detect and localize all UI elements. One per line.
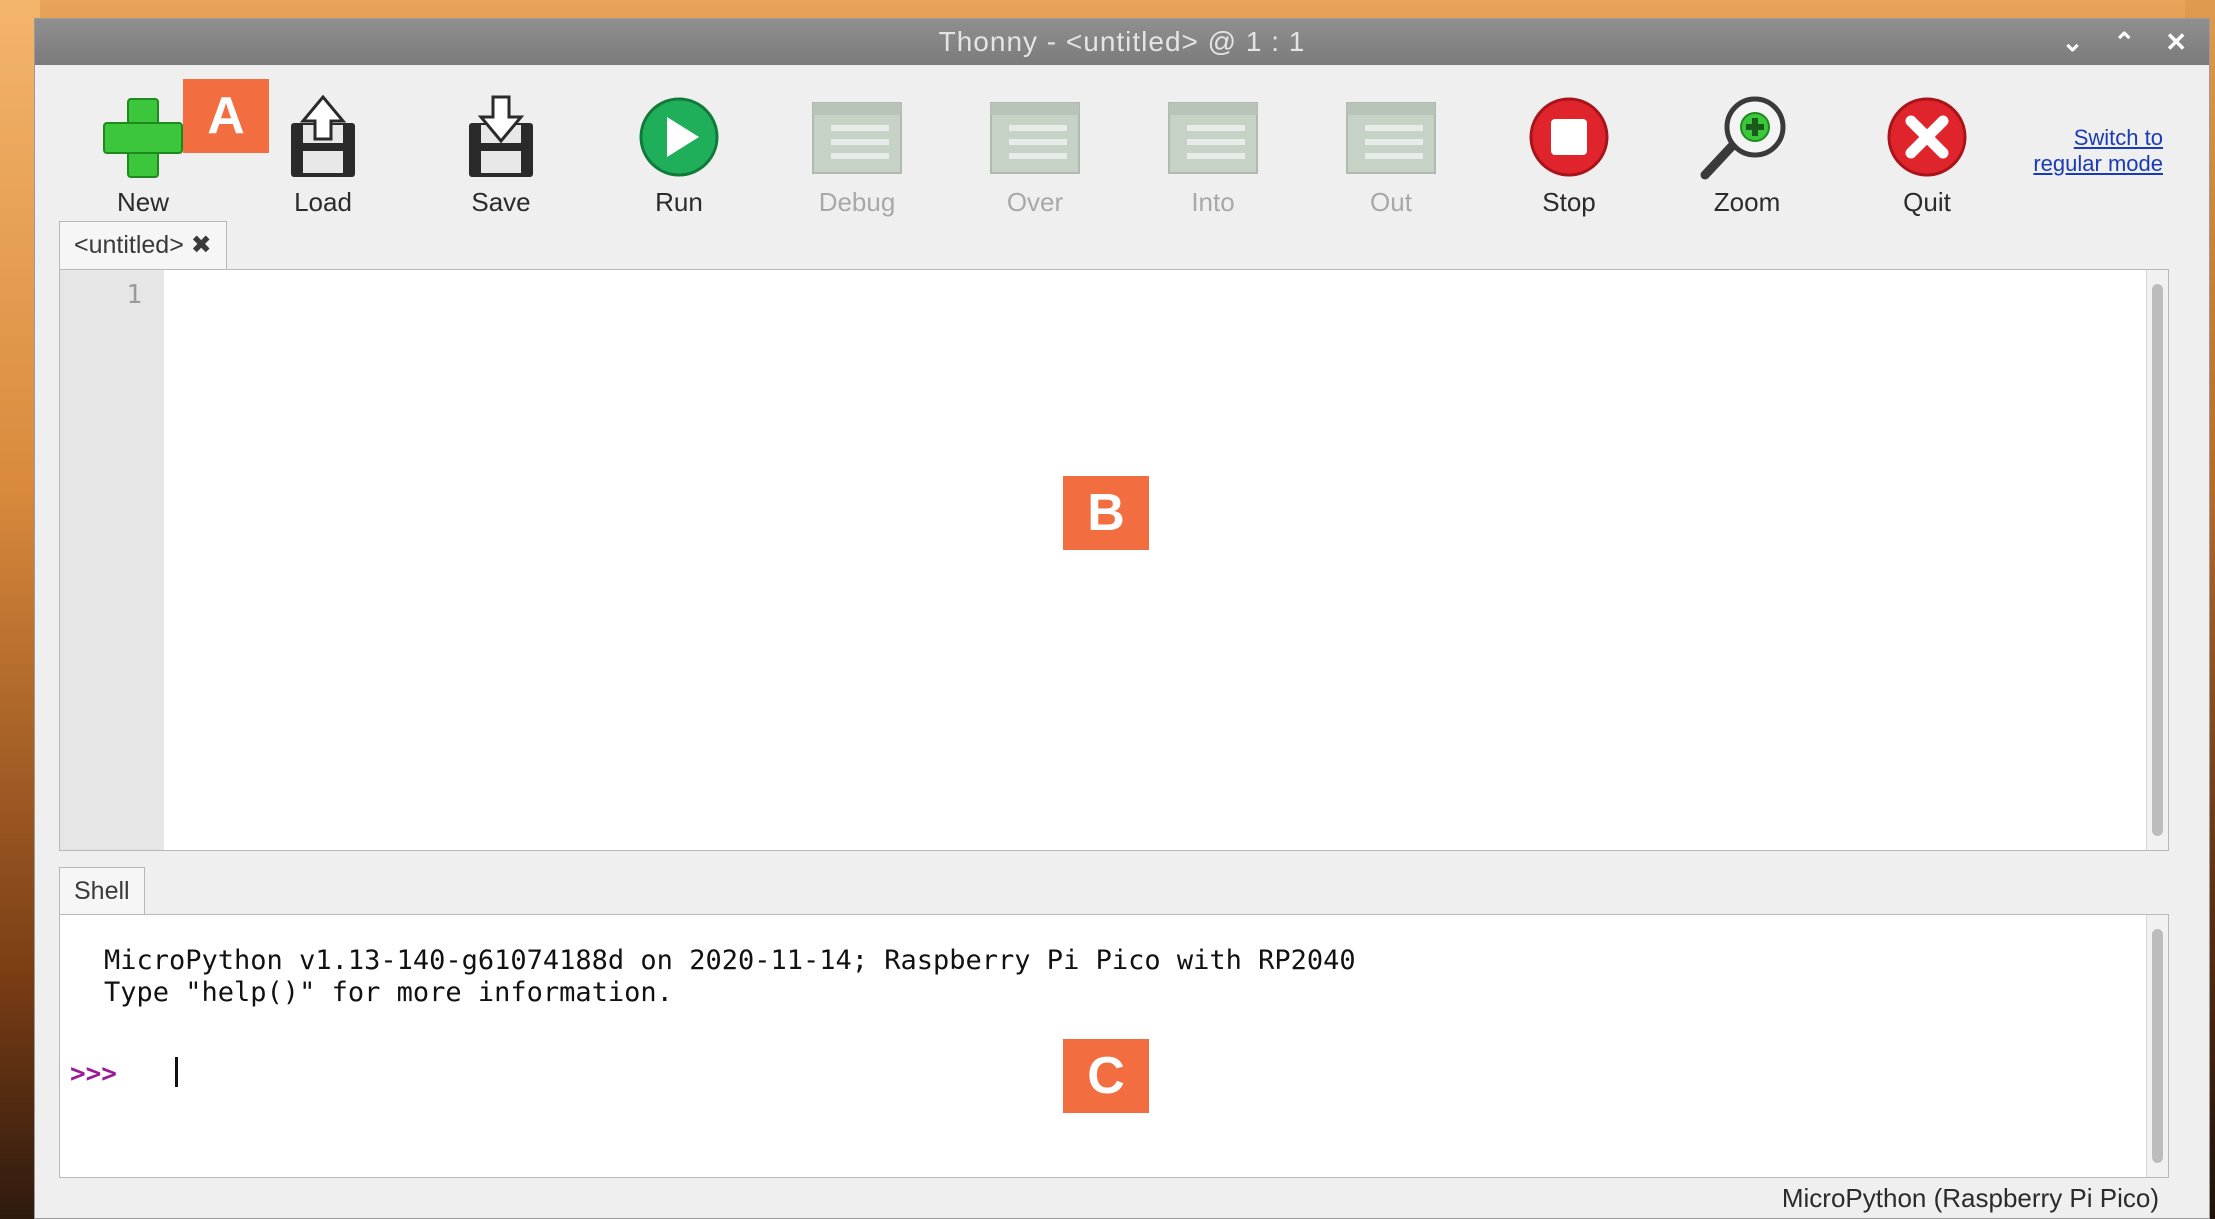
thonny-window: Thonny - <untitled> @ 1 : 1 ⌄ ⌃ ✕ New Lo… [34,18,2210,1219]
title-bar[interactable]: Thonny - <untitled> @ 1 : 1 ⌄ ⌃ ✕ [35,19,2209,65]
step-over-icon [990,102,1080,174]
marker-c: C [1063,1039,1149,1113]
toolbar: New Load Save Run Debug Over Into Out St… [35,65,2209,225]
tab-untitled[interactable]: <untitled> ✖ [59,221,227,269]
step-into-icon [1168,102,1258,174]
line-number-gutter: 1 [60,270,164,850]
shell-output-line-1: MicroPython v1.13-140-g61074188d on 2020… [104,945,1356,976]
shell-scrollbar[interactable] [2146,915,2168,1177]
interpreter-status[interactable]: MicroPython (Raspberry Pi Pico) [1782,1183,2159,1214]
switch-mode-link[interactable]: Switch to regular mode [2033,125,2163,177]
save-button-label: Save [471,187,531,217]
new-button-label: New [116,187,169,217]
stop-button-label: Stop [1542,187,1596,217]
zoom-button[interactable]: Zoom [1677,95,1817,225]
debug-icon [812,102,902,174]
load-icon [291,95,355,177]
zoom-icon [1700,96,1786,180]
close-icon[interactable]: ✕ [2165,19,2187,65]
shell-output-line-2: Type "help()" for more information. [104,977,673,1008]
marker-b: B [1063,476,1149,550]
run-button-label: Run [655,187,703,217]
maximize-icon[interactable]: ⌃ [2113,19,2135,65]
stop-icon [1529,97,1609,177]
step-out-icon [1346,102,1436,174]
window-title: Thonny - <untitled> @ 1 : 1 [938,26,1306,57]
shell-scrollbar-thumb[interactable] [2152,929,2163,1163]
shell-prompt: >>> [70,1059,117,1089]
code-editor[interactable]: 1 [59,269,2169,851]
quit-button-label: Quit [1903,187,1951,217]
marker-a: A [183,79,269,153]
debug-button-label: Debug [818,187,896,217]
line-number: 1 [126,280,142,310]
run-icon [639,97,719,177]
step-out-button-label: Out [1370,187,1412,217]
minimize-icon[interactable]: ⌄ [2062,19,2084,65]
zoom-button-label: Zoom [1713,187,1781,217]
editor-scrollbar-thumb[interactable] [2152,284,2163,836]
editor-scrollbar[interactable] [2146,270,2168,850]
run-button[interactable]: Run [609,95,749,225]
step-into-button[interactable]: Into [1143,95,1283,225]
window-controls: ⌄ ⌃ ✕ [2062,19,2187,65]
load-button[interactable]: Load [253,95,393,225]
debug-button[interactable]: Debug [787,95,927,225]
load-button-label: Load [294,187,352,217]
tab-shell[interactable]: Shell [59,867,145,915]
text-cursor [175,1057,178,1087]
save-button[interactable]: Save [431,95,571,225]
step-over-button[interactable]: Over [965,95,1105,225]
shell-output: MicroPython v1.13-140-g61074188d on 2020… [104,945,1356,1009]
plus-icon [103,98,183,178]
save-icon [469,95,533,177]
stop-button[interactable]: Stop [1499,95,1639,225]
quit-button[interactable]: Quit [1857,95,1997,225]
step-over-button-label: Over [1006,187,1064,217]
quit-icon [1887,97,1967,177]
step-into-button-label: Into [1191,187,1235,217]
step-out-button[interactable]: Out [1321,95,1461,225]
